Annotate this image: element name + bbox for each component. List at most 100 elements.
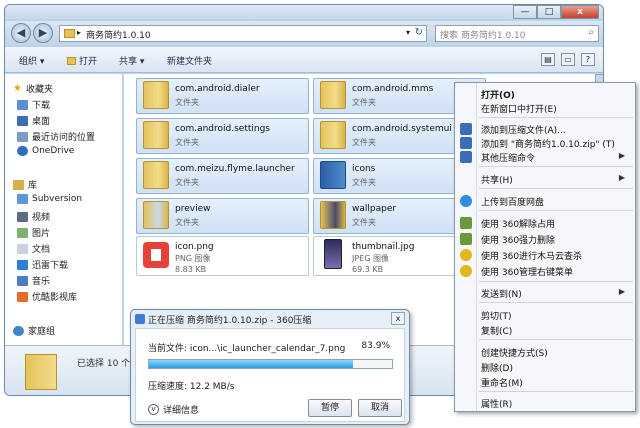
menu-item-360-scan[interactable]: 使用 360进行木马云查杀 <box>481 249 582 262</box>
view-mode-icon[interactable]: ▤ <box>541 53 555 66</box>
file-type: PNG 图像 <box>175 254 211 263</box>
menu-separator <box>479 302 633 303</box>
address-bar[interactable]: ▸ 商务简约1.0.10 ▾ ↻ <box>59 25 427 42</box>
menu-item-rename[interactable]: 重命名(M) <box>481 376 523 389</box>
file-name: icons <box>352 164 376 174</box>
favorites-header[interactable]: ★ 收藏夹 <box>13 82 53 95</box>
file-name: com.android.mms <box>352 84 434 94</box>
folder-stack-icon <box>25 354 57 390</box>
menu-item-send-to[interactable]: 发送到(N) <box>481 287 522 300</box>
360-unlock-icon <box>460 217 472 229</box>
compress-speed: 压缩速度: 12.2 MB/s <box>148 382 235 392</box>
nav-item-pictures[interactable]: 图片 <box>17 226 50 239</box>
file-name: thumbnail.jpg <box>352 242 415 252</box>
file-tile[interactable]: com.meizu.flyme.launcher 文件夹 <box>136 158 309 194</box>
file-type: 文件夹 <box>175 178 199 187</box>
folder-icon <box>64 29 75 38</box>
libraries-header[interactable]: 库 <box>13 178 37 191</box>
nav-item-music[interactable]: 音乐 <box>17 274 50 287</box>
menu-item-other-compress[interactable]: 其他压缩命令 <box>481 151 535 164</box>
dialog-title: 正在压缩 商务简约1.0.10.zip - 360压缩 <box>135 313 311 326</box>
nav-item-downloads[interactable]: 下载 <box>17 98 50 111</box>
menu-item-share[interactable]: 共享(H) <box>481 173 513 186</box>
file-type: 文件夹 <box>352 98 376 107</box>
file-type: 文件夹 <box>175 218 199 227</box>
nav-item-onedrive[interactable]: OneDrive <box>17 146 74 156</box>
forward-button[interactable]: ▶ <box>33 23 53 43</box>
360-shred-icon <box>460 233 472 245</box>
nav-item-videos[interactable]: 视频 <box>17 210 50 223</box>
details-toggle[interactable]: v 详细信息 <box>148 403 199 416</box>
preview-pane-icon[interactable]: ▭ <box>561 53 575 66</box>
menu-item-create-shortcut[interactable]: 创建快捷方式(S) <box>481 346 548 359</box>
nav-item-documents[interactable]: 文档 <box>17 242 50 255</box>
help-icon[interactable]: ? <box>581 53 595 66</box>
menu-item-cut[interactable]: 剪切(T) <box>481 309 512 322</box>
folder-icon <box>143 81 169 112</box>
menu-item-open[interactable]: 打开(O) <box>481 88 515 101</box>
folder-icon <box>143 121 169 152</box>
open-icon <box>67 57 76 65</box>
open-label: 打开 <box>79 57 98 67</box>
file-name: com.android.dialer <box>175 84 260 94</box>
view-options: ▤ ▭ ? <box>541 53 595 66</box>
homegroup-header[interactable]: 家庭组 <box>13 324 55 337</box>
cancel-button[interactable]: 取消 <box>358 399 402 417</box>
nav-item-recent[interactable]: 最近访问的位置 <box>17 130 95 143</box>
png-image-icon <box>143 239 169 270</box>
music-icon <box>17 275 28 286</box>
refresh-icon[interactable]: ↻ <box>415 27 423 38</box>
menu-item-copy[interactable]: 复制(C) <box>481 324 512 337</box>
dialog-close-button[interactable]: x <box>391 312 405 325</box>
nav-item-desktop[interactable]: 桌面 <box>17 114 50 127</box>
navigation-pane: ★ 收藏夹 下载 桌面 最近访问的位置 OneDrive 库 Subversion… <box>5 74 123 345</box>
folder-icon <box>320 121 346 152</box>
back-button[interactable]: ◀ <box>11 23 31 43</box>
organize-button[interactable]: 组织 ▾ <box>19 54 44 67</box>
maximize-button[interactable]: □ <box>537 5 561 19</box>
menu-item-360-unlock[interactable]: 使用 360解除占用 <box>481 217 555 230</box>
new-folder-button[interactable]: 新建文件夹 <box>167 54 212 67</box>
nav-item-thunder[interactable]: 迅雷下载 <box>17 258 68 271</box>
menu-item-properties[interactable]: 属性(R) <box>481 397 512 410</box>
minimize-button[interactable]: — <box>513 5 537 19</box>
jpg-image-icon <box>320 239 346 270</box>
close-button[interactable]: x <box>561 5 599 19</box>
menu-item-360-delete[interactable]: 使用 360强力删除 <box>481 233 555 246</box>
menu-item-add-zip[interactable]: 添加到 "商务简约1.0.10.zip" (T) <box>481 137 615 150</box>
file-tile[interactable]: com.android.dialer 文件夹 <box>136 78 309 114</box>
chevron-down-icon[interactable]: ▾ <box>406 28 410 37</box>
menu-item-open-new-window[interactable]: 在新窗口中打开(E) <box>481 102 557 115</box>
nav-item-subversion[interactable]: Subversion <box>17 194 82 204</box>
video-icon <box>17 211 28 222</box>
compress-dialog: 正在压缩 商务简约1.0.10.zip - 360压缩 x 当前文件: icon… <box>130 309 410 425</box>
search-input[interactable]: 搜索 商务简约1.0.10 ⌕ <box>435 25 599 42</box>
file-tile[interactable]: icon.png PNG 图像 8.83 KB <box>136 236 309 276</box>
chevron-right-icon: ▸ <box>77 28 82 37</box>
selection-count: 已选择 10 个 <box>77 359 131 369</box>
menu-item-delete[interactable]: 删除(D) <box>481 361 513 374</box>
file-tile[interactable]: preview 文件夹 <box>136 198 309 234</box>
open-button[interactable]: 打开 <box>67 54 97 67</box>
menu-item-360-manage[interactable]: 使用 360管理右键菜单 <box>481 265 573 278</box>
documents-icon <box>17 243 28 254</box>
file-size: 69.3 KB <box>352 265 384 274</box>
nav-item-youku[interactable]: 优酷影视库 <box>17 290 77 303</box>
file-name: preview <box>175 204 211 214</box>
share-button[interactable]: 共享 ▾ <box>119 54 144 67</box>
progress-percent: 83.9% <box>361 341 390 351</box>
context-menu: 打开(O) 在新窗口中打开(E) 添加到压缩文件(A)... 添加到 "商务简约… <box>454 82 636 412</box>
homegroup-icon <box>13 325 24 336</box>
360-menu-icon <box>460 265 472 277</box>
search-icon[interactable]: ⌕ <box>588 27 594 38</box>
file-type: 文件夹 <box>352 218 376 227</box>
file-tile[interactable]: com.android.settings 文件夹 <box>136 118 309 154</box>
progress-fill <box>149 360 353 368</box>
pause-button[interactable]: 暂停 <box>308 399 352 417</box>
folder-icon <box>320 161 346 192</box>
thunder-download-icon <box>17 259 28 270</box>
menu-item-baidu-upload[interactable]: 上传到百度网盘 <box>481 195 544 208</box>
file-size: 8.83 KB <box>175 265 207 274</box>
file-name: icon.png <box>175 242 214 252</box>
menu-item-add-archive[interactable]: 添加到压缩文件(A)... <box>481 123 566 136</box>
